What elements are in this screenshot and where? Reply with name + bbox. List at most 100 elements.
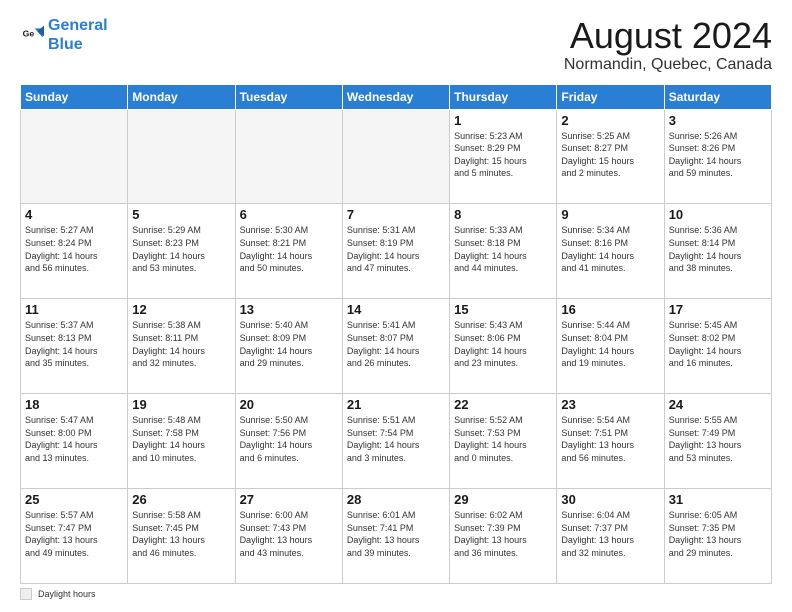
calendar-cell: 24 Sunrise: 5:55 AM Sunset: 7:49 PM Dayli…: [664, 394, 771, 489]
day-info: Sunrise: 6:00 AM Sunset: 7:43 PM Dayligh…: [240, 509, 338, 559]
calendar-week-5: 25 Sunrise: 5:57 AM Sunset: 7:47 PM Dayli…: [21, 489, 772, 584]
day-info: Sunrise: 6:04 AM Sunset: 7:37 PM Dayligh…: [561, 509, 659, 559]
day-number: 13: [240, 302, 338, 317]
calendar-cell: [342, 109, 449, 204]
calendar-cell: 30 Sunrise: 6:04 AM Sunset: 7:37 PM Dayli…: [557, 489, 664, 584]
calendar-cell: 28 Sunrise: 6:01 AM Sunset: 7:41 PM Dayli…: [342, 489, 449, 584]
day-info: Sunrise: 5:37 AM Sunset: 8:13 PM Dayligh…: [25, 319, 123, 369]
calendar-cell: 19Sunrise: 5:48 AM Sunset: 7:58 PM Dayli…: [128, 394, 235, 489]
calendar-cell: 25 Sunrise: 5:57 AM Sunset: 7:47 PM Dayli…: [21, 489, 128, 584]
calendar-cell: 2 Sunrise: 5:25 AM Sunset: 8:27 PM Daylig…: [557, 109, 664, 204]
day-number: 7: [347, 207, 445, 222]
day-header-wednesday: Wednesday: [342, 84, 449, 109]
day-number: 4: [25, 207, 123, 222]
calendar-cell: 1Sunrise: 5:23 AM Sunset: 8:29 PM Daylig…: [450, 109, 557, 204]
day-info: Sunrise: 6:05 AM Sunset: 7:35 PM Dayligh…: [669, 509, 767, 559]
calendar-cell: 3 Sunrise: 5:26 AM Sunset: 8:26 PM Daylig…: [664, 109, 771, 204]
day-number: 30: [561, 492, 659, 507]
calendar-cell: 26 Sunrise: 5:58 AM Sunset: 7:45 PM Dayli…: [128, 489, 235, 584]
calendar-cell: 22 Sunrise: 5:52 AM Sunset: 7:53 PM Dayli…: [450, 394, 557, 489]
day-info: Sunrise: 5:52 AM Sunset: 7:53 PM Dayligh…: [454, 414, 552, 464]
day-number: 15: [454, 302, 552, 317]
day-info: Sunrise: 5:44 AM Sunset: 8:04 PM Dayligh…: [561, 319, 659, 369]
calendar-cell: 9 Sunrise: 5:34 AM Sunset: 8:16 PM Daylig…: [557, 204, 664, 299]
calendar-cell: 7 Sunrise: 5:31 AM Sunset: 8:19 PM Daylig…: [342, 204, 449, 299]
day-info: Sunrise: 5:27 AM Sunset: 8:24 PM Dayligh…: [25, 224, 123, 274]
day-header-sunday: Sunday: [21, 84, 128, 109]
logo-line2: Blue: [48, 36, 83, 53]
day-number: 10: [669, 207, 767, 222]
day-number: 17: [669, 302, 767, 317]
day-info: Sunrise: 5:57 AM Sunset: 7:47 PM Dayligh…: [25, 509, 123, 559]
calendar-week-2: 4 Sunrise: 5:27 AM Sunset: 8:24 PM Daylig…: [21, 204, 772, 299]
day-number: 20: [240, 397, 338, 412]
day-number: 18: [25, 397, 123, 412]
logo: Ge General Blue: [20, 16, 108, 54]
calendar-cell: 13 Sunrise: 5:40 AM Sunset: 8:09 PM Dayli…: [235, 299, 342, 394]
calendar-cell: 8 Sunrise: 5:33 AM Sunset: 8:18 PM Daylig…: [450, 204, 557, 299]
day-number: 25: [25, 492, 123, 507]
calendar-cell: 29 Sunrise: 6:02 AM Sunset: 7:39 PM Dayli…: [450, 489, 557, 584]
day-header-thursday: Thursday: [450, 84, 557, 109]
day-info: Sunrise: 5:40 AM Sunset: 8:09 PM Dayligh…: [240, 319, 338, 369]
day-header-saturday: Saturday: [664, 84, 771, 109]
day-info: Sunrise: 5:25 AM Sunset: 8:27 PM Dayligh…: [561, 130, 659, 180]
day-number: 22: [454, 397, 552, 412]
day-info: Sunrise: 5:58 AM Sunset: 7:45 PM Dayligh…: [132, 509, 230, 559]
day-number: 6: [240, 207, 338, 222]
day-info: Sunrise: 5:38 AM Sunset: 8:11 PM Dayligh…: [132, 319, 230, 369]
calendar-week-1: 1Sunrise: 5:23 AM Sunset: 8:29 PM Daylig…: [21, 109, 772, 204]
daylight-label: Daylight hours: [38, 589, 96, 599]
day-number: 9: [561, 207, 659, 222]
calendar-cell: [235, 109, 342, 204]
day-info: Sunrise: 5:45 AM Sunset: 8:02 PM Dayligh…: [669, 319, 767, 369]
day-number: 26: [132, 492, 230, 507]
calendar-cell: 17 Sunrise: 5:45 AM Sunset: 8:02 PM Dayli…: [664, 299, 771, 394]
day-info: Sunrise: 6:02 AM Sunset: 7:39 PM Dayligh…: [454, 509, 552, 559]
logo-icon: Ge: [20, 23, 44, 47]
calendar-cell: 6Sunrise: 5:30 AM Sunset: 8:21 PM Daylig…: [235, 204, 342, 299]
calendar-cell: 20Sunrise: 5:50 AM Sunset: 7:56 PM Dayli…: [235, 394, 342, 489]
calendar-cell: 12Sunrise: 5:38 AM Sunset: 8:11 PM Dayli…: [128, 299, 235, 394]
day-header-friday: Friday: [557, 84, 664, 109]
calendar-cell: 14Sunrise: 5:41 AM Sunset: 8:07 PM Dayli…: [342, 299, 449, 394]
calendar-cell: 10 Sunrise: 5:36 AM Sunset: 8:14 PM Dayli…: [664, 204, 771, 299]
day-number: 8: [454, 207, 552, 222]
day-number: 29: [454, 492, 552, 507]
day-info: Sunrise: 5:26 AM Sunset: 8:26 PM Dayligh…: [669, 130, 767, 180]
calendar-cell: 11Sunrise: 5:37 AM Sunset: 8:13 PM Dayli…: [21, 299, 128, 394]
footer: Daylight hours: [20, 588, 772, 600]
logo-text: General Blue: [48, 16, 108, 54]
day-info: Sunrise: 5:34 AM Sunset: 8:16 PM Dayligh…: [561, 224, 659, 274]
calendar-week-3: 11Sunrise: 5:37 AM Sunset: 8:13 PM Dayli…: [21, 299, 772, 394]
month-year: August 2024: [564, 16, 772, 56]
day-number: 3: [669, 113, 767, 128]
calendar-cell: [128, 109, 235, 204]
day-number: 19: [132, 397, 230, 412]
calendar-cell: 23Sunrise: 5:54 AM Sunset: 7:51 PM Dayli…: [557, 394, 664, 489]
day-number: 28: [347, 492, 445, 507]
calendar-cell: 27Sunrise: 6:00 AM Sunset: 7:43 PM Dayli…: [235, 489, 342, 584]
day-header-tuesday: Tuesday: [235, 84, 342, 109]
day-info: Sunrise: 5:51 AM Sunset: 7:54 PM Dayligh…: [347, 414, 445, 464]
day-number: 2: [561, 113, 659, 128]
calendar-cell: 21Sunrise: 5:51 AM Sunset: 7:54 PM Dayli…: [342, 394, 449, 489]
daylight-box: [20, 588, 32, 600]
day-info: Sunrise: 5:31 AM Sunset: 8:19 PM Dayligh…: [347, 224, 445, 274]
day-info: Sunrise: 5:36 AM Sunset: 8:14 PM Dayligh…: [669, 224, 767, 274]
svg-text:Ge: Ge: [23, 29, 35, 39]
day-number: 24: [669, 397, 767, 412]
title-block: August 2024 Normandin, Quebec, Canada: [564, 16, 772, 74]
day-info: Sunrise: 5:43 AM Sunset: 8:06 PM Dayligh…: [454, 319, 552, 369]
day-info: Sunrise: 6:01 AM Sunset: 7:41 PM Dayligh…: [347, 509, 445, 559]
calendar-header-row: SundayMondayTuesdayWednesdayThursdayFrid…: [21, 84, 772, 109]
day-info: Sunrise: 5:55 AM Sunset: 7:49 PM Dayligh…: [669, 414, 767, 464]
day-number: 14: [347, 302, 445, 317]
day-number: 31: [669, 492, 767, 507]
calendar-cell: 15 Sunrise: 5:43 AM Sunset: 8:06 PM Dayli…: [450, 299, 557, 394]
calendar-week-4: 18Sunrise: 5:47 AM Sunset: 8:00 PM Dayli…: [21, 394, 772, 489]
calendar-cell: 18Sunrise: 5:47 AM Sunset: 8:00 PM Dayli…: [21, 394, 128, 489]
day-info: Sunrise: 5:29 AM Sunset: 8:23 PM Dayligh…: [132, 224, 230, 274]
day-info: Sunrise: 5:33 AM Sunset: 8:18 PM Dayligh…: [454, 224, 552, 274]
day-number: 16: [561, 302, 659, 317]
